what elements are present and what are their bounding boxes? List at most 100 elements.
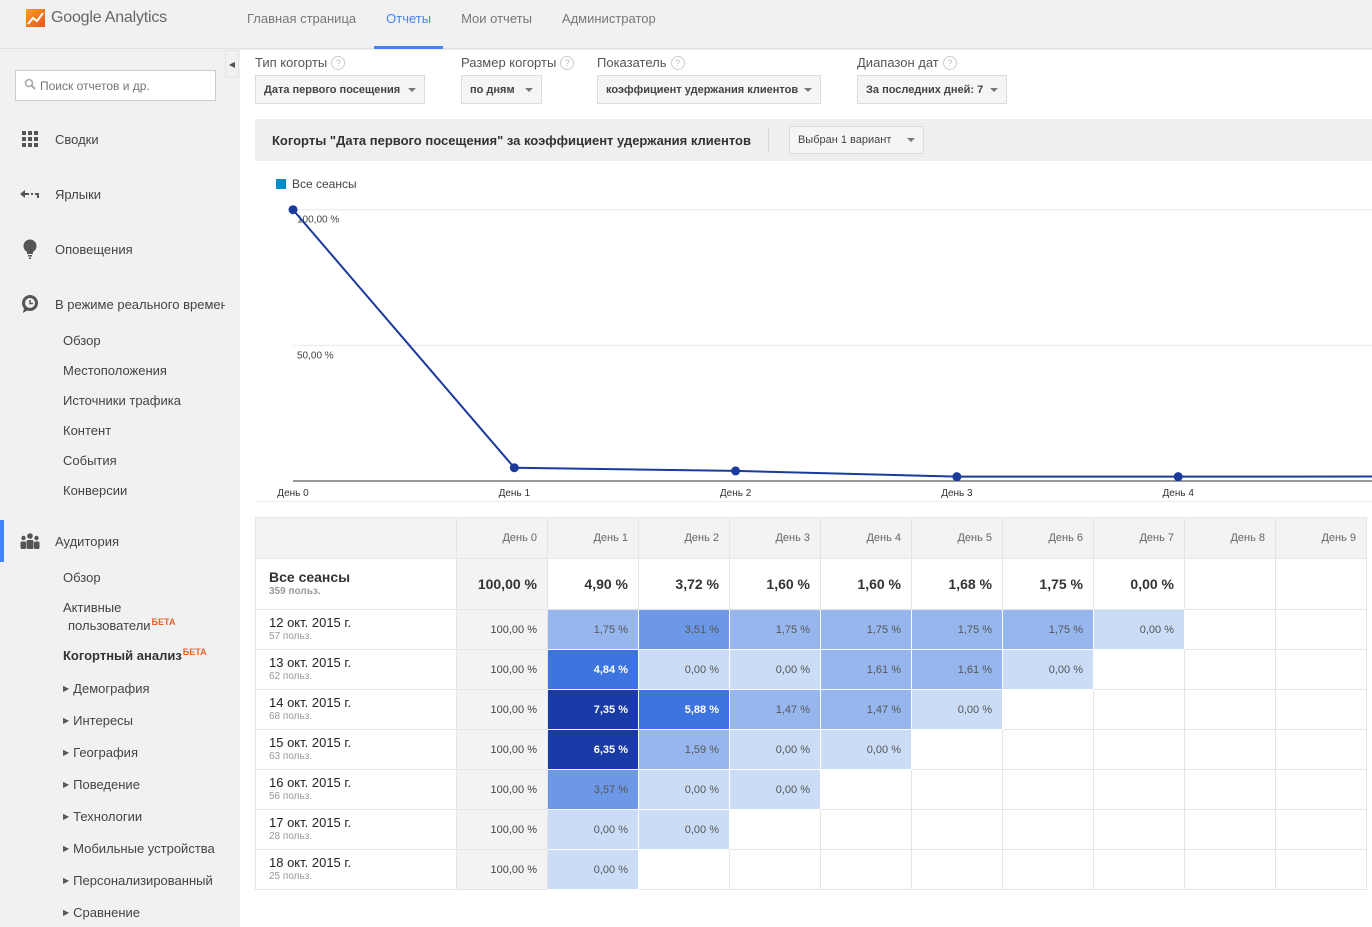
audience-interests[interactable]: ▶ Интересы xyxy=(63,713,133,728)
help-icon[interactable]: ? xyxy=(331,56,346,70)
tab-reports[interactable]: Отчеты xyxy=(371,0,446,49)
retention-cell: 3,51 % xyxy=(638,609,730,650)
data-point xyxy=(288,205,298,215)
product-name: Google Analytics xyxy=(51,9,167,26)
empty-cell xyxy=(1093,649,1185,690)
y-tick-label: 100,00 % xyxy=(297,215,339,226)
day0-cell: 100,00 % xyxy=(456,809,548,850)
audience-overview[interactable]: Обзор xyxy=(63,570,101,585)
empty-cell xyxy=(1275,689,1367,730)
cohort-date: 18 окт. 2015 г. xyxy=(269,855,352,870)
nav-label: Мобильные устройства xyxy=(73,841,215,856)
grid-icon xyxy=(20,129,40,149)
audience-demographics[interactable]: ▶ Демография xyxy=(63,681,150,696)
empty-cell xyxy=(1002,689,1094,730)
empty-cell xyxy=(1184,809,1276,850)
help-icon[interactable]: ? xyxy=(670,56,685,70)
tab-admin[interactable]: Администратор xyxy=(547,0,671,49)
retention-cell: 1,59 % xyxy=(638,729,730,770)
audience-mobile[interactable]: ▶ Мобильные устройства xyxy=(63,841,215,856)
sidebar-item-dashboards[interactable]: Сводки xyxy=(0,124,240,154)
realtime-conversions[interactable]: Конверсии xyxy=(63,483,127,498)
variant-select[interactable]: Выбран 1 вариант xyxy=(788,126,924,154)
table-row: 12 окт. 2015 г. 57 польз. 100,00 % 1,75 % 3,… xyxy=(255,609,1367,650)
retention-cell: 0,00 % xyxy=(729,729,821,770)
retention-cell: 1,61 % xyxy=(911,649,1003,690)
people-icon xyxy=(20,531,40,551)
empty-cell xyxy=(820,769,912,810)
search-input[interactable] xyxy=(40,78,210,93)
logo[interactable]: Google Analytics xyxy=(26,9,167,27)
chart-title: Когорты "Дата первого посещения" за коэф… xyxy=(272,132,751,148)
audience-cohort-analysis[interactable]: Когортный анализБЕТА xyxy=(63,647,207,663)
cohort-size-dropdown[interactable]: по дням xyxy=(461,75,542,104)
day0-cell: 100,00 % xyxy=(456,609,548,650)
metric-dropdown[interactable]: коэффициент удержания клиентов xyxy=(597,75,821,104)
nav-label: Поведение xyxy=(73,777,140,792)
realtime-content[interactable]: Контент xyxy=(63,423,111,438)
tab-home[interactable]: Главная страница xyxy=(232,0,371,49)
audience-technology[interactable]: ▶ Технологии xyxy=(63,809,142,824)
retention-cell: 4,84 % xyxy=(547,649,639,690)
realtime-overview[interactable]: Обзор xyxy=(63,333,101,348)
retention-cell: 1,75 % xyxy=(820,609,912,650)
realtime-events[interactable]: События xyxy=(63,453,117,468)
sidebar-item-label: Сводки xyxy=(55,131,99,147)
search-box[interactable] xyxy=(15,70,216,101)
total-row: Все сеансы 359 польз. 100,00 % 4,90 % 3,72 %… xyxy=(255,558,1367,610)
cohort-type-dropdown[interactable]: Дата первого посещения xyxy=(255,75,425,104)
expand-triangle-icon: ▶ xyxy=(63,684,70,693)
sidebar-item-shortcuts[interactable]: Ярлыки xyxy=(0,179,240,209)
help-icon[interactable]: ? xyxy=(560,56,575,70)
audience-benchmarking[interactable]: ▶ Сравнение xyxy=(63,905,140,920)
chart-header: Когорты "Дата первого посещения" за коэф… xyxy=(255,119,1372,161)
audience-custom[interactable]: ▶ Персонализированный xyxy=(63,873,213,888)
empty-cell xyxy=(1184,558,1276,610)
user-count: 56 польз. xyxy=(269,791,313,802)
total-cell: 1,60 % xyxy=(820,558,912,610)
retention-cell: 0,00 % xyxy=(638,769,730,810)
row-label: 18 окт. 2015 г. 25 польз. xyxy=(255,849,457,890)
expand-triangle-icon: ▶ xyxy=(63,876,70,885)
audience-geo[interactable]: ▶ География xyxy=(63,745,138,760)
empty-cell xyxy=(1002,849,1094,890)
empty-cell xyxy=(911,729,1003,770)
retention-cell: 1,75 % xyxy=(911,609,1003,650)
retention-cell: 0,00 % xyxy=(547,809,639,850)
nav-label: География xyxy=(73,745,138,760)
day0-cell: 100,00 % xyxy=(456,729,548,770)
tab-my-reports[interactable]: Мои отчеты xyxy=(446,0,547,49)
collapse-sidebar-button[interactable]: ◀ xyxy=(225,50,239,78)
dropdown-value: по дням xyxy=(470,83,515,96)
data-point xyxy=(731,466,741,476)
audience-behavior[interactable]: ▶ Поведение xyxy=(63,777,140,792)
user-count: 359 польз. xyxy=(269,585,321,597)
cohort-date: Все сеансы xyxy=(269,568,351,585)
day0-cell: 100,00 % xyxy=(456,769,548,810)
realtime-locations[interactable]: Местоположения xyxy=(63,363,167,378)
sidebar-item-label: Оповещения xyxy=(55,241,133,257)
nav-label: Сравнение xyxy=(73,905,140,920)
cohort-date: 12 окт. 2015 г. xyxy=(269,615,352,630)
column-header: День 0 xyxy=(456,517,548,559)
expand-triangle-icon: ▶ xyxy=(63,716,70,725)
sidebar-item-realtime[interactable]: В режиме реального времени xyxy=(0,289,240,319)
user-count: 25 польз. xyxy=(269,871,313,882)
help-icon[interactable]: ? xyxy=(942,56,957,70)
retention-cell: 0,00 % xyxy=(729,649,821,690)
sidebar-item-alerts[interactable]: Оповещения xyxy=(0,234,240,264)
empty-cell xyxy=(1002,769,1094,810)
date-range-dropdown[interactable]: За последних дней: 7 xyxy=(857,75,1007,104)
retention-cell: 1,47 % xyxy=(729,689,821,730)
audience-active-users[interactable]: Активные пользователиБЕТА xyxy=(63,600,175,633)
sidebar-item-audience[interactable]: Аудитория xyxy=(0,520,240,562)
retention-cell: 5,88 % xyxy=(638,689,730,730)
empty-cell xyxy=(1093,689,1185,730)
empty-cell xyxy=(1002,809,1094,850)
empty-cell xyxy=(1184,769,1276,810)
top-bar: Google Analytics Главная страница Отчеты… xyxy=(0,0,1372,49)
divider xyxy=(767,127,769,153)
table-row: 16 окт. 2015 г. 56 польз. 100,00 % 3,57 % 0,… xyxy=(255,769,1367,810)
sidebar-item-label: Ярлыки xyxy=(55,186,102,202)
realtime-traffic-sources[interactable]: Источники трафика xyxy=(63,393,181,408)
